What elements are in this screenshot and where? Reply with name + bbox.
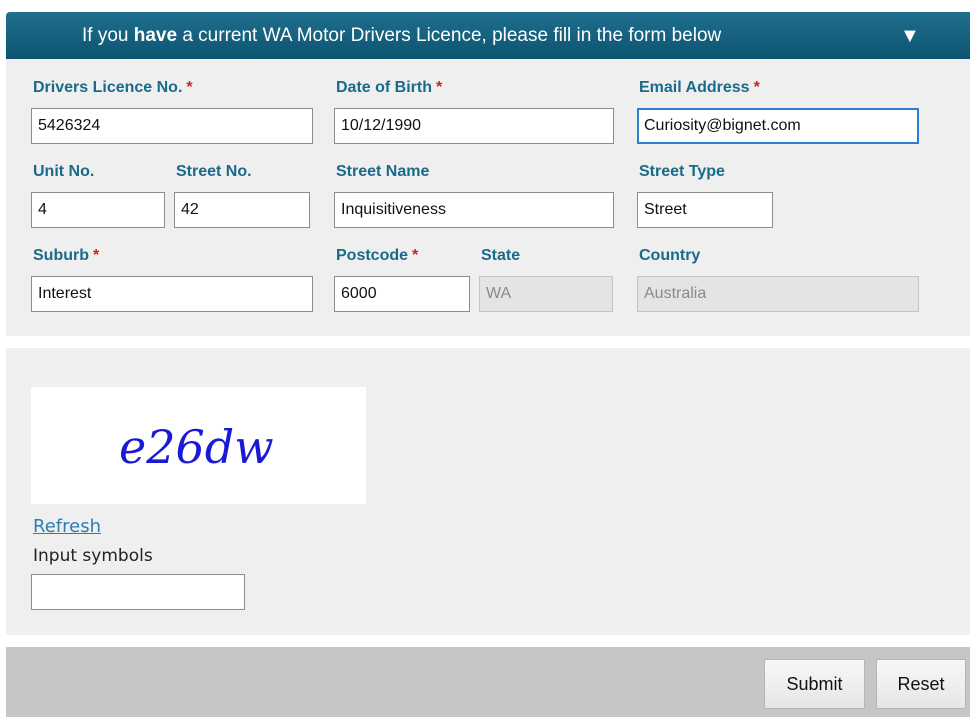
- postcode-label: Postcode *: [336, 247, 419, 264]
- form-banner: If you have a current WA Motor Drivers L…: [6, 12, 970, 59]
- street-type-label: Street Type: [639, 163, 725, 180]
- email-label: Email Address *: [639, 79, 760, 96]
- state-label: State: [481, 247, 521, 264]
- postcode-input[interactable]: [334, 276, 470, 312]
- captcha-text: e26dw: [119, 420, 274, 474]
- state-input: [479, 276, 613, 312]
- street-name-input[interactable]: [334, 192, 614, 228]
- street-no-label: Street No.: [176, 163, 252, 180]
- suburb-input[interactable]: [31, 276, 313, 312]
- captcha-image: e26dw: [31, 387, 366, 504]
- banner-text-after: a current WA Motor Drivers Licence, plea…: [177, 25, 722, 46]
- unit-label: Unit No.: [33, 163, 95, 180]
- required-marker: *: [436, 79, 443, 96]
- refresh-captcha-link[interactable]: Refresh: [33, 516, 101, 537]
- street-type-input[interactable]: [637, 192, 773, 228]
- email-address-input[interactable]: [637, 108, 919, 144]
- required-marker: *: [753, 79, 760, 96]
- reset-button[interactable]: Reset: [876, 659, 966, 709]
- captcha-glyphs: e26dw: [119, 420, 274, 474]
- banner-text-bold: have: [133, 25, 178, 46]
- collapse-arrow-icon[interactable]: ▼: [900, 25, 920, 48]
- dob-label: Date of Birth *: [336, 79, 443, 96]
- licence-number-input[interactable]: [31, 108, 313, 144]
- country-label: Country: [639, 247, 701, 264]
- licence-label: Drivers Licence No. *: [33, 79, 193, 96]
- street-number-input[interactable]: [174, 192, 310, 228]
- input-symbols-label: Input symbols: [33, 546, 153, 566]
- date-of-birth-input[interactable]: [334, 108, 614, 144]
- suburb-label: Suburb *: [33, 247, 100, 264]
- required-marker: *: [412, 247, 419, 264]
- required-marker: *: [186, 79, 193, 96]
- captcha-input[interactable]: [31, 574, 245, 610]
- banner-text: If you have a current WA Motor Drivers L…: [82, 25, 721, 47]
- country-input: [637, 276, 919, 312]
- unit-number-input[interactable]: [31, 192, 165, 228]
- submit-button[interactable]: Submit: [764, 659, 865, 709]
- street-name-label: Street Name: [336, 163, 430, 180]
- required-marker: *: [93, 247, 100, 264]
- banner-text-before: If you: [82, 25, 134, 46]
